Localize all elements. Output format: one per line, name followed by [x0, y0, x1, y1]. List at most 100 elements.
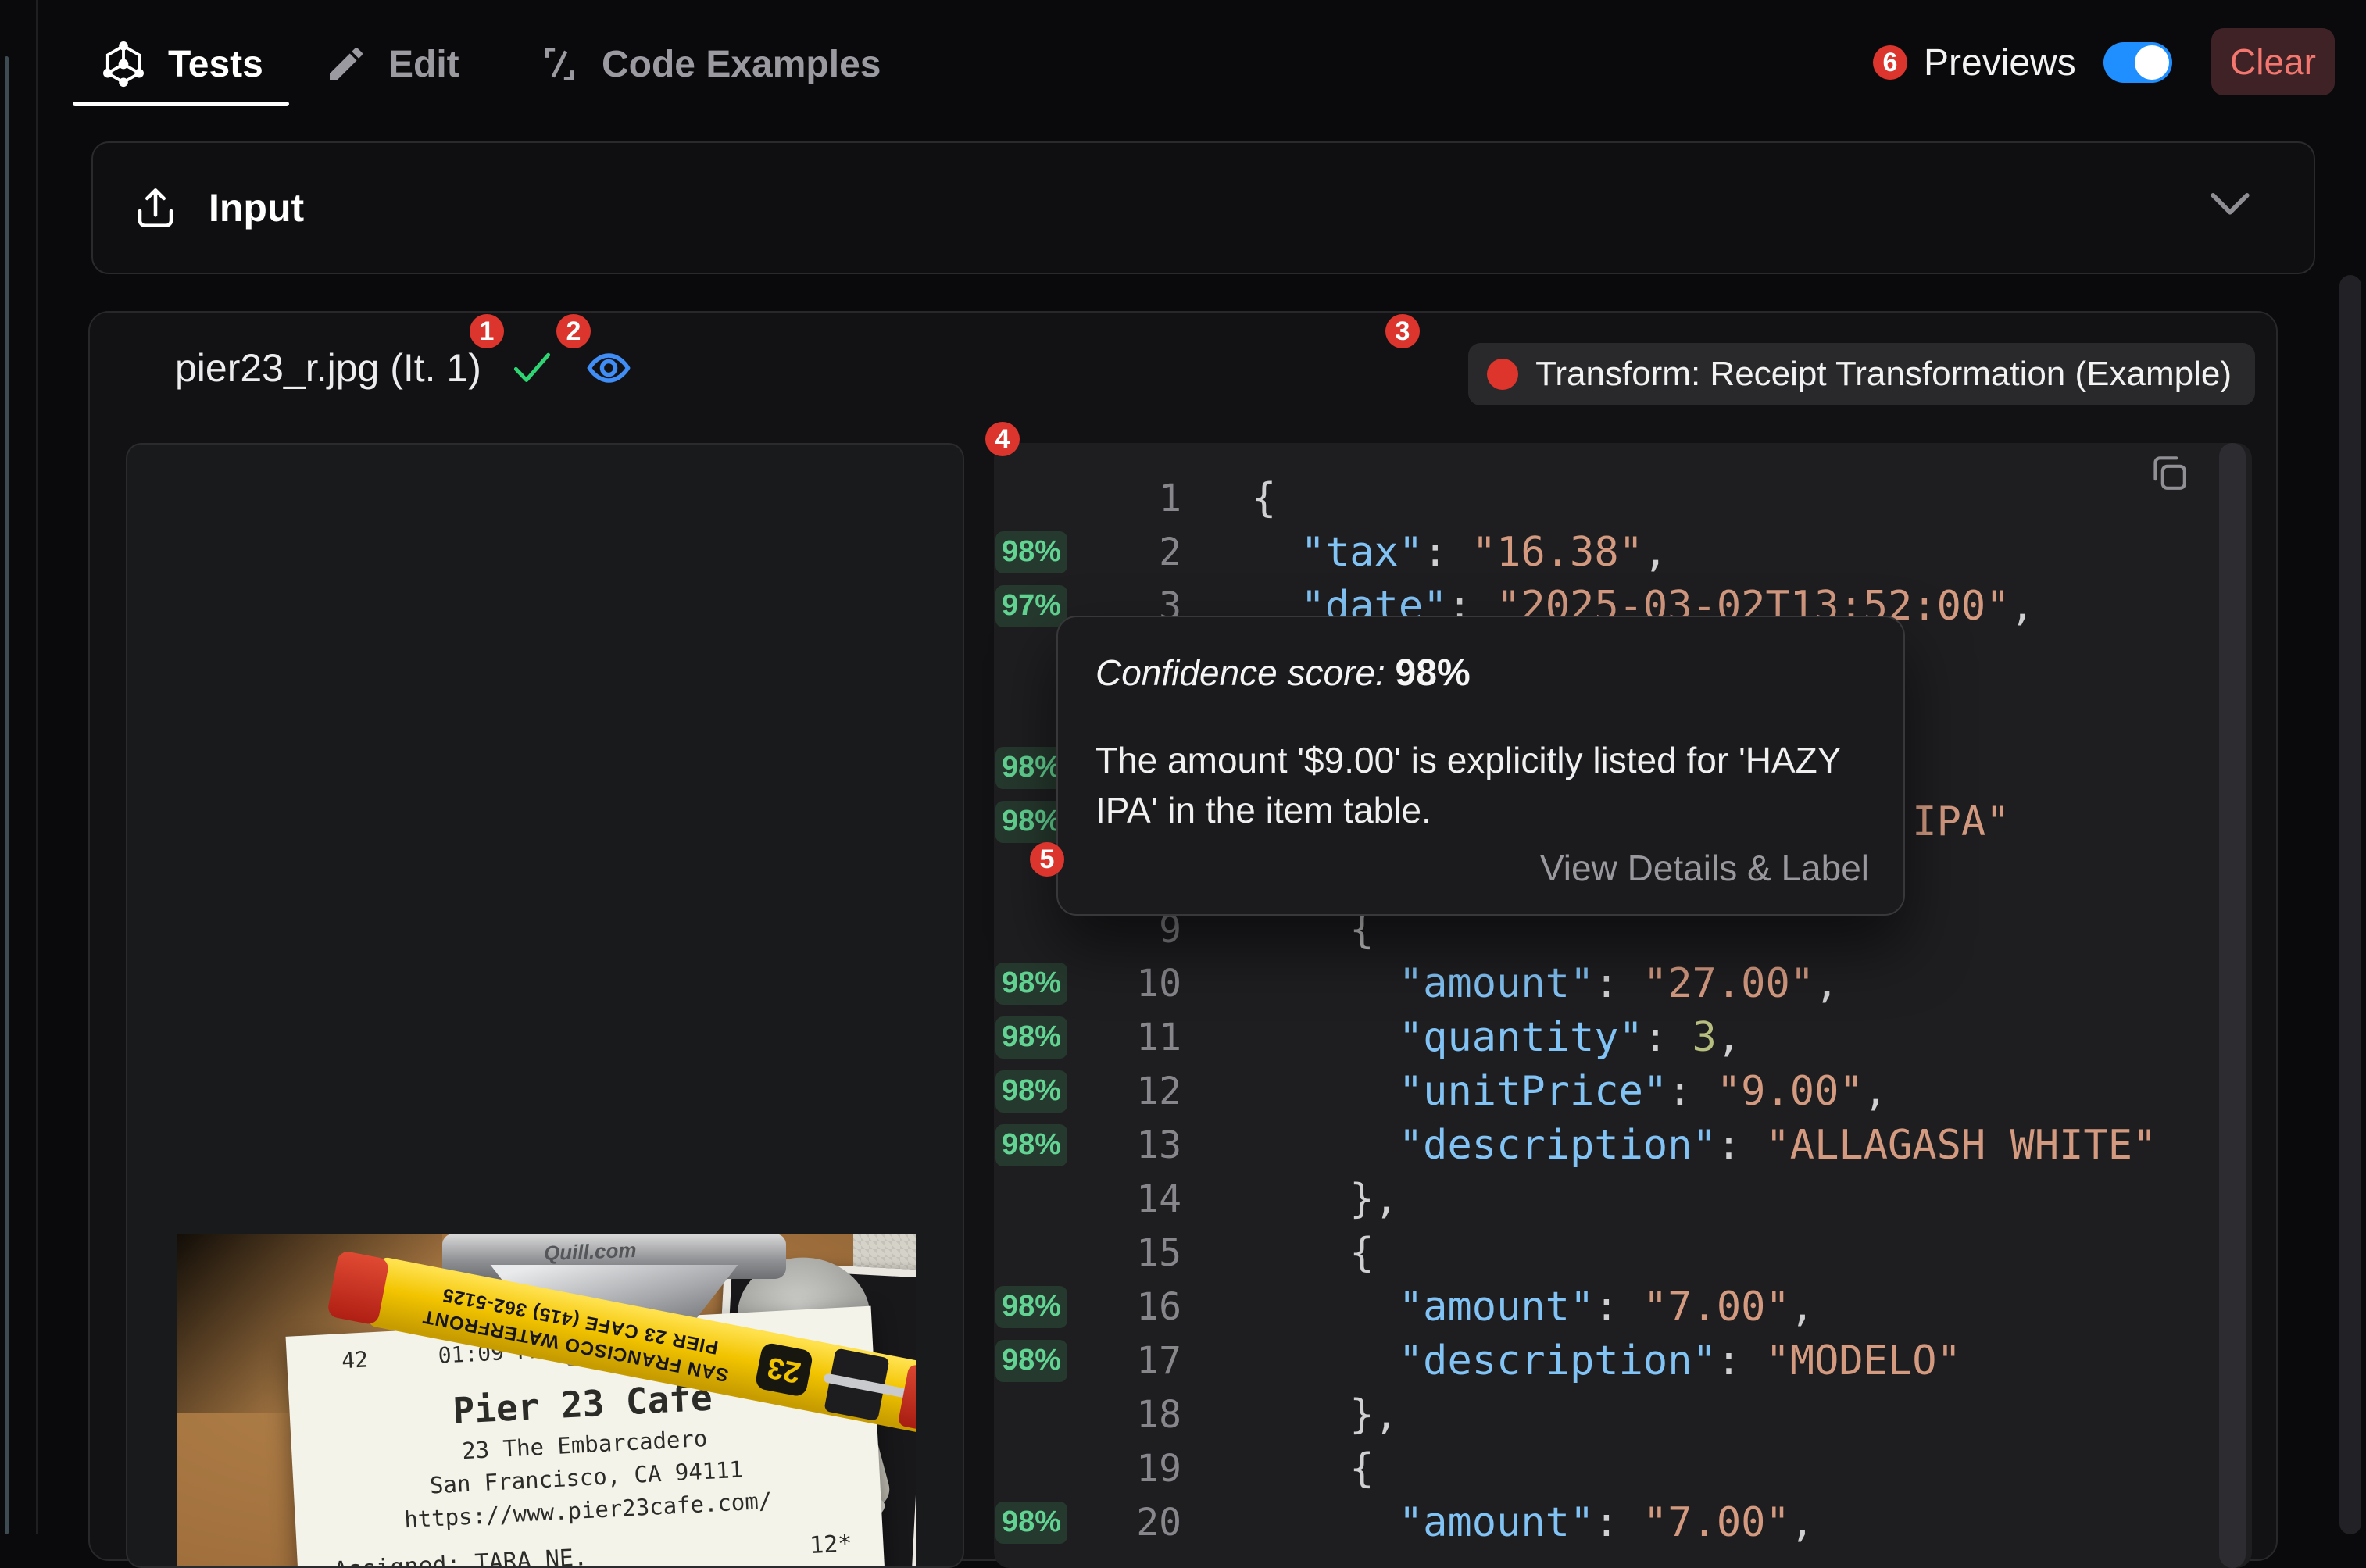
confidence-badge: [995, 1232, 1067, 1274]
confidence-badge[interactable]: 98%: [995, 1286, 1067, 1328]
confidence-badge[interactable]: 98%: [995, 531, 1067, 573]
pen-logo: 23: [754, 1341, 813, 1397]
code-text[interactable]: {: [1252, 1230, 1374, 1277]
line-number: 2: [1067, 530, 1181, 574]
code-line-row: 19 {: [994, 1441, 2205, 1495]
confidence-badge: [995, 1448, 1067, 1490]
check-icon: [508, 347, 556, 389]
annotation-badge-5: 5: [1030, 842, 1064, 877]
code-line-row: 18 },: [994, 1388, 2205, 1441]
file-row: pier23_r.jpg (It. 1): [175, 344, 634, 392]
graph-icon: [99, 40, 148, 88]
output-code-panel: 1{98%2 "tax": "16.38",97%3 "date": "2025…: [994, 443, 2252, 1568]
confidence-badge[interactable]: 98%: [995, 1124, 1067, 1166]
code-line-row: 98%10 "amount": "27.00",: [994, 956, 2205, 1010]
receipt-check-number: 42: [341, 1346, 368, 1373]
tab-code-examples[interactable]: Code Examples: [538, 31, 881, 97]
transform-pill[interactable]: Transform: Receipt Transformation (Examp…: [1468, 343, 2255, 405]
code-line-row: 98%11 "quantity": 3,: [994, 1010, 2205, 1064]
upload-icon: [130, 181, 180, 234]
line-number: 19: [1067, 1447, 1181, 1491]
left-divider: [36, 0, 38, 1534]
receipt-table: 12*: [809, 1530, 852, 1559]
tab-code-examples-label: Code Examples: [602, 43, 881, 86]
toggle-knob: [2135, 45, 2169, 80]
line-number: 13: [1067, 1123, 1181, 1167]
confidence-badge: [995, 1178, 1067, 1220]
previews-toggle[interactable]: [2103, 42, 2172, 83]
code-text[interactable]: "description": "ALLAGASH WHITE": [1252, 1122, 2157, 1169]
confidence-badge: [995, 1394, 1067, 1436]
line-number: 16: [1067, 1285, 1181, 1329]
tooltip-body: The amount '$9.00' is explicitly listed …: [1095, 735, 1877, 835]
code-line-row: 98%16 "amount": "7.00",: [994, 1280, 2205, 1334]
confidence-badge[interactable]: 97%: [995, 585, 1067, 627]
confidence-badge[interactable]: 98%: [995, 1016, 1067, 1059]
code-text[interactable]: },: [1252, 1391, 1399, 1438]
code-text[interactable]: {: [1252, 475, 1276, 522]
code-text[interactable]: "description": "MODELO": [1252, 1338, 1961, 1384]
tab-edit-label: Edit: [388, 43, 459, 86]
annotation-badge-6: 6: [1873, 45, 1907, 80]
confidence-badge[interactable]: 98%: [995, 963, 1067, 1005]
line-number: 1: [1067, 477, 1181, 520]
input-section-header[interactable]: Input: [91, 141, 2315, 274]
confidence-tooltip: Confidence score: 98% The amount '$9.00'…: [1056, 616, 1905, 916]
file-name: pier23_r.jpg (It. 1): [175, 345, 481, 391]
confidence-badge[interactable]: 98%: [995, 1502, 1067, 1544]
code-icon: [538, 42, 581, 86]
annotation-badge-2: 2: [556, 314, 591, 348]
transform-label: Transform: Receipt Transformation (Examp…: [1535, 355, 2232, 394]
tooltip-title: Confidence score: 98%: [1095, 652, 1866, 695]
code-line-row: 98%17 "description": "MODELO": [994, 1334, 2205, 1388]
eye-icon[interactable]: [583, 344, 634, 392]
page-scrollbar[interactable]: [2339, 275, 2361, 1534]
code-line-row: 15 {: [994, 1226, 2205, 1280]
active-tab-underline: [73, 102, 289, 106]
receipt-assigned: Assigned: TARA NE.: [333, 1544, 588, 1568]
record-dot-icon: [1487, 359, 1518, 390]
code-text[interactable]: "unitPrice": "9.00",: [1252, 1068, 1888, 1115]
receipt-assigned-row: Assigned: TARA NE. 12*: [333, 1530, 852, 1568]
line-number: 11: [1067, 1016, 1181, 1059]
receipt-photo[interactable]: 42 01:09 PM 03/02/2025 Pier 23 Cafe 23 T…: [177, 1234, 916, 1568]
code-text[interactable]: "amount": "27.00",: [1252, 960, 1839, 1007]
code-text[interactable]: "tax": "16.38",: [1252, 529, 1667, 576]
line-number: 10: [1067, 962, 1181, 1005]
annotation-badge-1: 1: [470, 314, 504, 348]
annotation-badge-3: 3: [1385, 314, 1420, 348]
confidence-badge: [995, 909, 1067, 951]
code-line-row: 98%13 "description": "ALLAGASH WHITE": [994, 1118, 2205, 1172]
pencil-icon: [324, 42, 368, 86]
line-number: 18: [1067, 1393, 1181, 1437]
code-line-row: 1{: [994, 471, 2205, 525]
confidence-badge: [995, 477, 1067, 520]
left-accent-bar: [5, 56, 9, 1534]
line-number: 14: [1067, 1177, 1181, 1221]
code-line-row: 98%2 "tax": "16.38",: [994, 525, 2205, 579]
line-number: 15: [1067, 1231, 1181, 1275]
tab-tests-label: Tests: [168, 43, 263, 86]
code-line-row: 98%12 "unitPrice": "9.00",: [994, 1064, 2205, 1118]
tab-tests[interactable]: Tests: [99, 31, 263, 97]
chevron-down-icon[interactable]: [2207, 188, 2253, 221]
line-number: 17: [1067, 1339, 1181, 1383]
clip-brand: Quill.com: [543, 1238, 636, 1266]
code-text[interactable]: {: [1252, 1445, 1374, 1492]
line-number: 20: [1067, 1501, 1181, 1545]
clear-button[interactable]: Clear: [2211, 28, 2335, 95]
annotation-badge-4: 4: [985, 422, 1020, 456]
view-details-link[interactable]: View Details & Label: [1540, 847, 1869, 889]
code-text[interactable]: },: [1252, 1176, 1399, 1223]
confidence-badge[interactable]: 98%: [995, 1340, 1067, 1382]
code-text[interactable]: "quantity": 3,: [1252, 1014, 1741, 1061]
code-line-row: 98%20 "amount": "7.00",: [994, 1495, 2205, 1549]
tooltip-score: 98%: [1396, 652, 1471, 694]
tab-edit[interactable]: Edit: [324, 31, 459, 97]
code-text[interactable]: "amount": "7.00",: [1252, 1284, 1814, 1330]
code-text[interactable]: "amount": "7.00",: [1252, 1499, 1814, 1546]
line-number: 12: [1067, 1070, 1181, 1113]
confidence-badge[interactable]: 98%: [995, 1070, 1067, 1113]
code-scrollbar[interactable]: [2219, 443, 2246, 1568]
input-section-label: Input: [209, 185, 304, 230]
